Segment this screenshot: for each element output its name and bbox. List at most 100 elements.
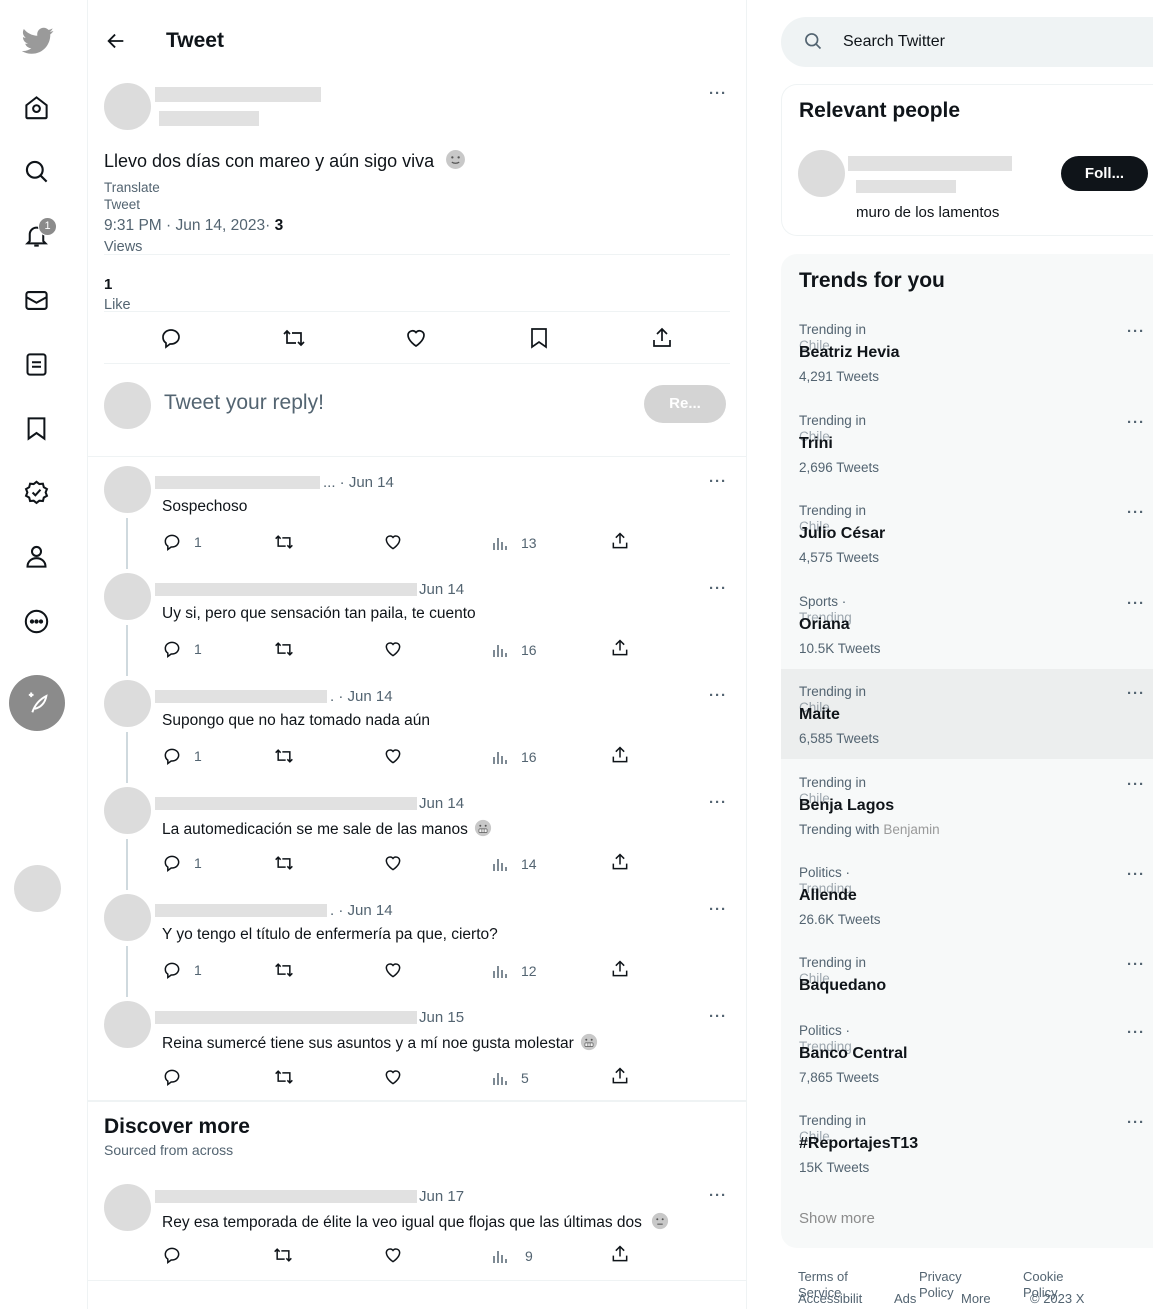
share-icon[interactable] xyxy=(610,959,630,979)
search-box[interactable]: Search Twitter xyxy=(781,17,1153,67)
trend-name[interactable]: Benja Lagos xyxy=(799,797,894,815)
show-more-link[interactable]: Show more xyxy=(799,1210,875,1227)
trend-more-icon[interactable]: ··· xyxy=(1127,956,1145,973)
reply-avatar[interactable] xyxy=(104,466,151,513)
reply-icon[interactable] xyxy=(162,1245,182,1265)
explore-search-icon[interactable] xyxy=(23,158,50,185)
views-chart-icon[interactable] xyxy=(491,1069,509,1087)
tweet-more-icon[interactable]: ··· xyxy=(709,85,727,102)
trend-name[interactable]: Beatriz Hevia xyxy=(799,344,900,362)
like-heart-icon[interactable] xyxy=(404,326,428,350)
retweet-icon[interactable] xyxy=(273,746,295,766)
like-heart-icon[interactable] xyxy=(383,746,403,766)
reply-button[interactable]: Re... xyxy=(644,385,726,423)
like-heart-icon[interactable] xyxy=(383,960,403,980)
discover-author-redacted[interactable] xyxy=(155,1190,417,1203)
compose-tweet-button[interactable] xyxy=(9,675,65,731)
trend-more-icon[interactable]: ··· xyxy=(1127,595,1145,612)
reply-author-redacted[interactable] xyxy=(155,583,417,596)
retweet-icon[interactable] xyxy=(281,326,307,350)
reply-icon[interactable] xyxy=(162,746,182,766)
trend-more-icon[interactable]: ··· xyxy=(1127,1114,1145,1131)
share-icon[interactable] xyxy=(650,326,674,350)
trend-name[interactable]: Baquedano xyxy=(799,977,886,995)
reply-date[interactable]: ... · Jun 14 xyxy=(323,474,394,491)
tweet-timestamp[interactable]: 9:31 PM · Jun 14, 2023· xyxy=(104,217,270,234)
reply-date[interactable]: . · Jun 14 xyxy=(330,688,393,705)
views-chart-icon[interactable] xyxy=(491,1247,509,1265)
retweet-icon[interactable] xyxy=(273,1067,295,1087)
share-icon[interactable] xyxy=(610,745,630,765)
follow-button[interactable]: Foll... xyxy=(1061,156,1148,191)
footer-privacy[interactable]: Privacy Policy xyxy=(919,1269,962,1301)
retweet-icon[interactable] xyxy=(273,960,295,980)
reply-avatar[interactable] xyxy=(104,680,151,727)
retweet-icon[interactable] xyxy=(272,1245,294,1265)
author-avatar[interactable] xyxy=(104,83,151,130)
footer-ads[interactable]: Ads xyxy=(894,1291,916,1307)
reply-date[interactable]: . · Jun 14 xyxy=(330,902,393,919)
home-icon[interactable] xyxy=(23,94,50,121)
reply-author-redacted[interactable] xyxy=(155,904,327,917)
reply-icon[interactable] xyxy=(162,1067,182,1087)
trend-name[interactable]: #ReportajesT13 xyxy=(799,1135,918,1153)
back-arrow-icon[interactable] xyxy=(105,30,127,52)
translate-link[interactable]: Translate xyxy=(104,180,160,195)
trend-more-icon[interactable]: ··· xyxy=(1127,323,1145,340)
likes-count[interactable]: 1 xyxy=(104,276,112,293)
like-heart-icon[interactable] xyxy=(383,532,403,552)
discover-avatar[interactable] xyxy=(104,1184,151,1231)
like-heart-icon[interactable] xyxy=(383,639,403,659)
reply-author-redacted[interactable] xyxy=(155,476,320,489)
discover-more-icon[interactable]: ··· xyxy=(709,1187,727,1204)
retweet-icon[interactable] xyxy=(273,639,295,659)
share-icon[interactable] xyxy=(610,531,630,551)
reply-icon[interactable] xyxy=(162,853,182,873)
reply-avatar[interactable] xyxy=(104,573,151,620)
views-chart-icon[interactable] xyxy=(491,962,509,980)
reply-more-icon[interactable]: ··· xyxy=(709,794,727,811)
like-heart-icon[interactable] xyxy=(383,1067,403,1087)
views-chart-icon[interactable] xyxy=(491,534,509,552)
share-icon[interactable] xyxy=(610,852,630,872)
trend-more-icon[interactable]: ··· xyxy=(1127,504,1145,521)
reply-more-icon[interactable]: ··· xyxy=(709,1008,727,1025)
trend-name[interactable]: Julio César xyxy=(799,525,885,543)
like-heart-icon[interactable] xyxy=(383,853,403,873)
twitter-logo-icon[interactable] xyxy=(22,27,54,55)
reply-author-redacted[interactable] xyxy=(155,797,417,810)
author-name-redacted[interactable] xyxy=(155,87,321,102)
views-chart-icon[interactable] xyxy=(491,641,509,659)
retweet-icon[interactable] xyxy=(273,853,295,873)
relevant-handle-redacted[interactable] xyxy=(856,180,956,193)
reply-avatar[interactable] xyxy=(104,894,151,941)
reply-date[interactable]: Jun 14 xyxy=(419,795,464,812)
trend-more-icon[interactable]: ··· xyxy=(1127,414,1145,431)
reply-author-redacted[interactable] xyxy=(155,1011,417,1024)
reply-more-icon[interactable]: ··· xyxy=(709,687,727,704)
messages-mail-icon[interactable] xyxy=(23,287,50,314)
account-avatar[interactable] xyxy=(14,865,61,912)
reply-more-icon[interactable]: ··· xyxy=(709,580,727,597)
reply-avatar[interactable] xyxy=(104,1001,151,1048)
reply-icon[interactable] xyxy=(162,639,182,659)
trend-more-icon[interactable]: ··· xyxy=(1127,776,1145,793)
more-circle-icon[interactable] xyxy=(23,608,50,635)
lists-icon[interactable] xyxy=(23,351,50,378)
share-icon[interactable] xyxy=(610,1066,630,1086)
trend-more-icon[interactable]: ··· xyxy=(1127,1024,1145,1041)
trend-name[interactable]: Maite xyxy=(799,706,840,724)
footer-more[interactable]: More xyxy=(961,1291,991,1307)
author-handle-redacted[interactable] xyxy=(159,111,259,126)
trend-name[interactable]: Banco Central xyxy=(799,1045,907,1063)
trend-more-icon[interactable]: ··· xyxy=(1127,866,1145,883)
reply-more-icon[interactable]: ··· xyxy=(709,901,727,918)
bookmark-icon[interactable] xyxy=(528,326,550,350)
trend-with-link[interactable]: Benjamin xyxy=(883,822,939,837)
search-input[interactable]: Search Twitter xyxy=(843,33,945,51)
like-heart-icon[interactable] xyxy=(383,1245,403,1265)
reply-date[interactable]: Jun 14 xyxy=(419,581,464,598)
reply-date[interactable]: Jun 15 xyxy=(419,1009,464,1026)
composer-avatar[interactable] xyxy=(104,382,151,429)
trend-name[interactable]: Trini xyxy=(799,435,833,453)
